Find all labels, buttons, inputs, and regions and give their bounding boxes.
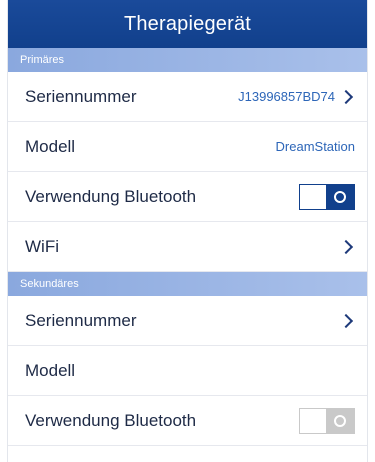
row-label: Modell <box>25 360 76 380</box>
secondary-serial-row[interactable]: Seriennummer <box>8 296 367 346</box>
primary-model-row: Modell DreamStation <box>8 122 367 172</box>
toggle-ring-icon <box>334 190 346 203</box>
toggle-mark <box>326 409 354 433</box>
serial-number-value: J13996857BD74 <box>238 89 335 104</box>
bluetooth-toggle[interactable] <box>299 183 355 210</box>
toggle-knob <box>300 408 326 433</box>
toggle-ring-icon <box>334 414 346 427</box>
row-label: Seriennummer <box>25 86 137 106</box>
title-bar: Therapiegerät <box>8 0 367 48</box>
chevron-right-icon <box>338 239 354 254</box>
row-label: Modell <box>25 136 76 156</box>
toggle-knob <box>300 184 326 209</box>
primary-wifi-row[interactable]: WiFi <box>8 222 367 272</box>
model-value: DreamStation <box>275 139 355 154</box>
settings-screen: Therapiegerät Primäres Seriennummer J139… <box>8 0 367 462</box>
page-title: Therapiegerät <box>123 12 252 35</box>
row-label: WiFi <box>25 236 59 256</box>
secondary-model-row: Modell <box>8 346 367 396</box>
row-label: Seriennummer <box>25 310 137 330</box>
bluetooth-toggle-secondary[interactable] <box>299 407 355 434</box>
row-label: Verwendung Bluetooth <box>25 410 197 430</box>
section-label: Primäres <box>20 54 65 66</box>
row-label: Verwendung Bluetooth <box>25 186 197 206</box>
chevron-right-icon <box>338 313 354 328</box>
primary-serial-row[interactable]: Seriennummer J13996857BD74 <box>8 72 367 122</box>
chevron-right-icon <box>338 89 354 104</box>
toggle-mark <box>326 185 354 209</box>
section-header-secondary: Sekundäres <box>8 272 367 296</box>
primary-bluetooth-row: Verwendung Bluetooth <box>8 172 367 222</box>
secondary-bluetooth-row: Verwendung Bluetooth <box>8 396 367 446</box>
section-header-primary: Primäres <box>8 48 367 72</box>
section-label: Sekundäres <box>20 278 79 290</box>
